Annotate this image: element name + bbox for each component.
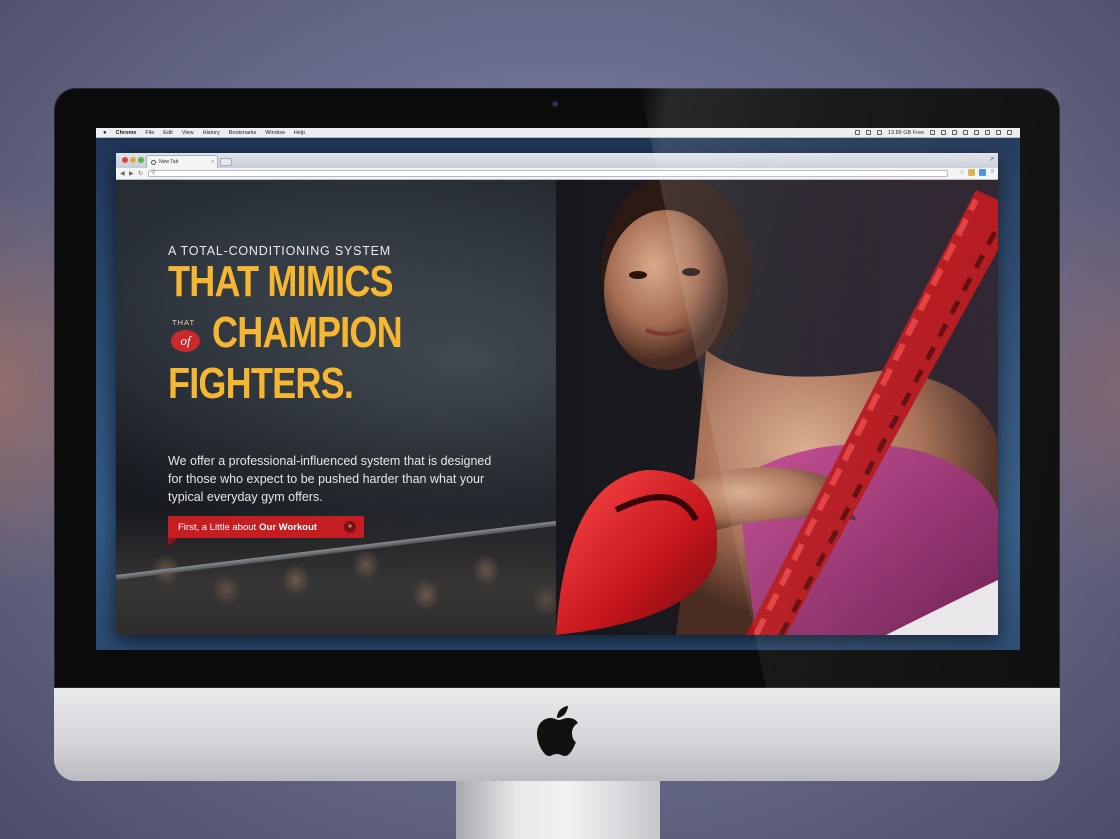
hero-description: We offer a professional-influenced syste… [168, 454, 492, 504]
sync-icon[interactable] [941, 130, 946, 135]
bookmark-star-icon[interactable]: ☆ [959, 169, 964, 176]
menubar-status-area: 13.89 GB Free [854, 129, 1012, 136]
close-window-button[interactable] [122, 157, 128, 163]
spotlight-icon[interactable] [1007, 130, 1012, 135]
chrome-menu-icon[interactable]: ≡ [990, 169, 994, 176]
cta-emphasis: Our Workout [259, 521, 318, 533]
tab-title: New Tab [159, 159, 179, 165]
mac-menubar: ● Chrome File Edit View History Bookmark… [96, 128, 1020, 138]
battery-icon[interactable] [996, 130, 1001, 135]
menu-file[interactable]: File [145, 130, 154, 136]
headline-line-1: THAT MIMICS [168, 257, 394, 306]
extension-icon[interactable] [979, 169, 987, 176]
imac-stand [456, 781, 660, 839]
browser-window: New Tab × ↗ ◀ ▶ ↻ ⚲ ☆ ≡ A TOTAL-CONDITIO… [116, 153, 998, 635]
browser-toolbar: ◀ ▶ ↻ ⚲ ☆ ≡ [116, 168, 998, 180]
extension-icon[interactable] [968, 169, 976, 176]
menu-view[interactable]: View [182, 130, 194, 136]
wifi-icon[interactable] [974, 130, 979, 135]
tab-close-icon[interactable]: × [211, 159, 214, 165]
tab-favicon-icon [151, 159, 156, 165]
disk-free-status: 13.89 GB Free [887, 129, 924, 136]
menu-window[interactable]: Window [265, 130, 285, 136]
forward-icon[interactable]: ▶ [129, 170, 134, 177]
search-icon: ⚲ [151, 170, 156, 176]
tab-strip: New Tab × ↗ [116, 153, 998, 168]
hero-kicker: A TOTAL-CONDITIONING SYSTEM [168, 244, 392, 258]
fullscreen-icon[interactable]: ↗ [989, 156, 994, 163]
minimize-window-button[interactable] [130, 157, 136, 163]
workout-cta-button[interactable]: First, a Little about Our Workout » [168, 516, 364, 538]
camera [551, 100, 559, 108]
fighter-photo [556, 180, 998, 635]
menu-edit[interactable]: Edit [163, 130, 172, 136]
menu-history[interactable]: History [203, 130, 220, 136]
hero-section: A TOTAL-CONDITIONING SYSTEM THAT MIMICS … [116, 180, 998, 635]
display-icon[interactable] [854, 130, 860, 135]
cart-icon[interactable] [876, 130, 882, 135]
headline-line-2: CHAMPION [212, 308, 403, 357]
headline-line-3: FIGHTERS. [168, 359, 354, 408]
tab-new-tab[interactable]: New Tab × [146, 155, 218, 168]
cta-prefix: First, a Little about [178, 521, 257, 533]
screen: ● Chrome File Edit View History Bookmark… [96, 128, 1020, 650]
menu-bookmarks[interactable]: Bookmarks [229, 130, 257, 136]
reload-icon[interactable]: ↻ [138, 170, 143, 177]
of-badge: of [171, 330, 200, 352]
cloud-icon[interactable] [930, 130, 935, 135]
apple-menu-icon[interactable]: ● [103, 130, 107, 136]
apple-logo-icon [537, 706, 578, 756]
zoom-window-button[interactable] [138, 157, 144, 163]
clock-icon[interactable] [963, 130, 968, 135]
volume-icon[interactable] [985, 130, 990, 135]
toolbar-extensions: ☆ ≡ [959, 169, 994, 176]
bluetooth-icon[interactable] [952, 130, 957, 135]
double-chevron-right-icon: » [344, 521, 356, 533]
window-icon[interactable] [865, 130, 871, 135]
cta-ribbon-tail [168, 538, 178, 546]
menu-help[interactable]: Help [294, 130, 305, 136]
address-bar[interactable]: ⚲ [148, 170, 948, 177]
app-menu[interactable]: Chrome [116, 130, 137, 136]
headline-that-small: THAT [172, 318, 196, 327]
new-tab-button[interactable] [220, 158, 232, 166]
back-icon[interactable]: ◀ [120, 170, 125, 177]
